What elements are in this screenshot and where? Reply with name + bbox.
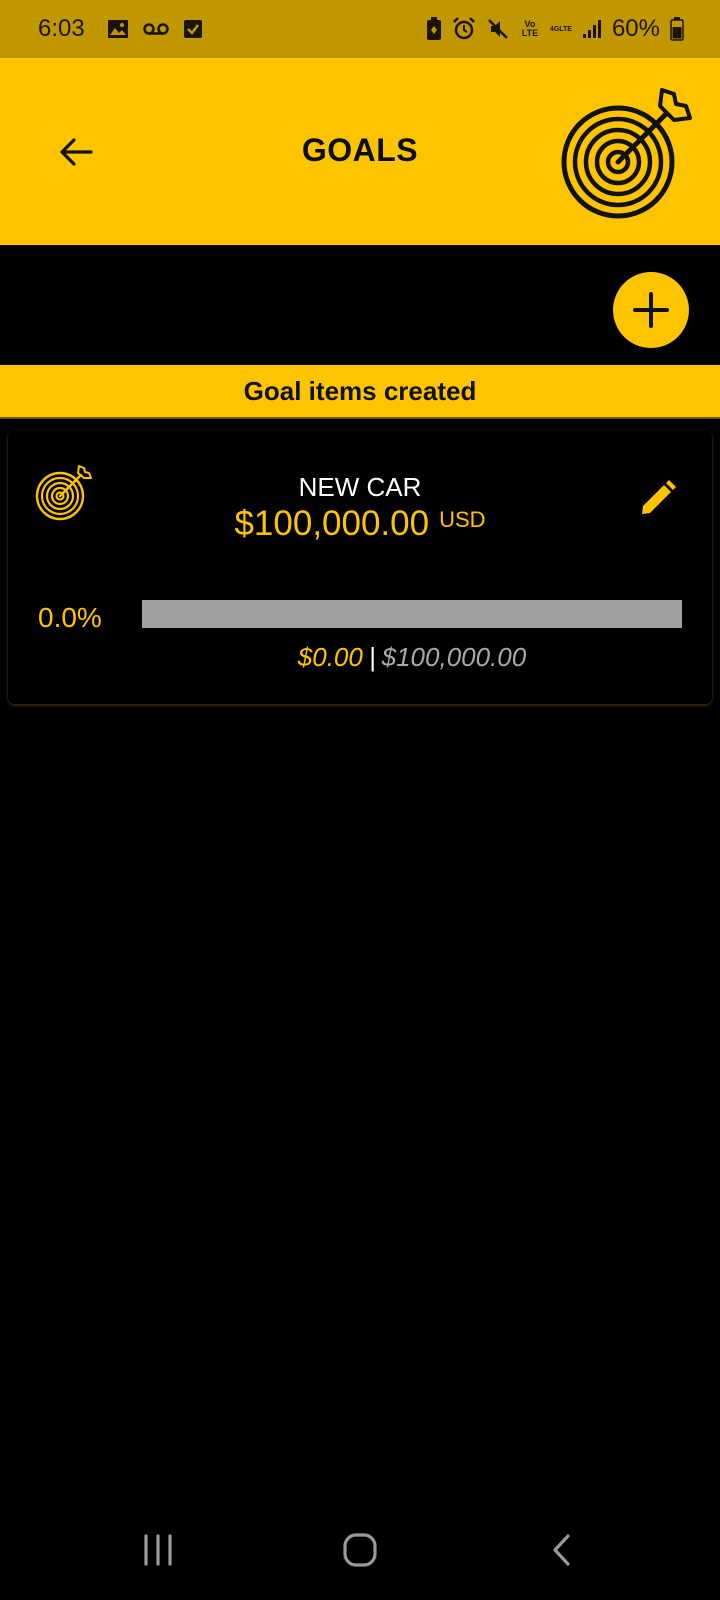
system-nav-bar [0, 1500, 720, 1600]
checkbox-icon [183, 19, 203, 39]
recent-apps-icon [144, 1534, 172, 1566]
status-right: Vo LTE 4GLTE 60% [426, 15, 684, 43]
saved-amount: $0.00 [297, 642, 363, 672]
progress-caption: $0.00 | $100,000.00 [142, 642, 682, 673]
section-banner: Goal items created [0, 365, 720, 419]
goal-amount: $100,000.00 [234, 504, 430, 543]
battery-percent: 60% [611, 15, 660, 42]
system-back-button[interactable] [540, 1528, 584, 1572]
progress-bar [142, 600, 682, 628]
edit-goal-button[interactable] [636, 476, 680, 520]
status-time: 6:03 [38, 15, 85, 42]
progress-percent: 0.0% [38, 602, 102, 633]
home-button[interactable] [338, 1528, 382, 1572]
home-icon [343, 1533, 377, 1567]
goal-name: NEW CAR [298, 472, 422, 502]
gallery-icon [107, 19, 129, 39]
4g-lte-icon: 4GLTE [549, 25, 572, 33]
goal-currency: USD [439, 507, 486, 532]
volte-icon: Vo LTE [521, 19, 539, 38]
battery-icon [670, 17, 684, 41]
add-goal-button[interactable] [613, 272, 689, 348]
signal-icon [582, 19, 602, 39]
section-title: Goal items created [243, 375, 477, 406]
status-left: 6:03 [38, 15, 203, 43]
amount-separator: | [368, 642, 376, 672]
mute-icon [486, 17, 510, 41]
goal-amount-row: $100,000.00 USD [8, 504, 712, 544]
voicemail-icon [142, 22, 169, 36]
battery-saver-icon [426, 17, 442, 41]
plus-icon [633, 292, 669, 328]
alarm-icon [452, 17, 476, 41]
target-arrow-icon [561, 88, 692, 219]
app-bar: GOALS [0, 58, 720, 245]
pencil-icon [642, 480, 676, 514]
status-bar: 6:03 Vo LTE 4GLTE 60% [0, 0, 720, 58]
back-chevron-icon [553, 1534, 570, 1566]
target-amount: $100,000.00 [381, 642, 527, 672]
goal-card[interactable]: NEW CAR $100,000.00 USD 0.0% $0.00 | $100,0… [8, 430, 712, 704]
recent-apps-button[interactable] [136, 1528, 180, 1572]
